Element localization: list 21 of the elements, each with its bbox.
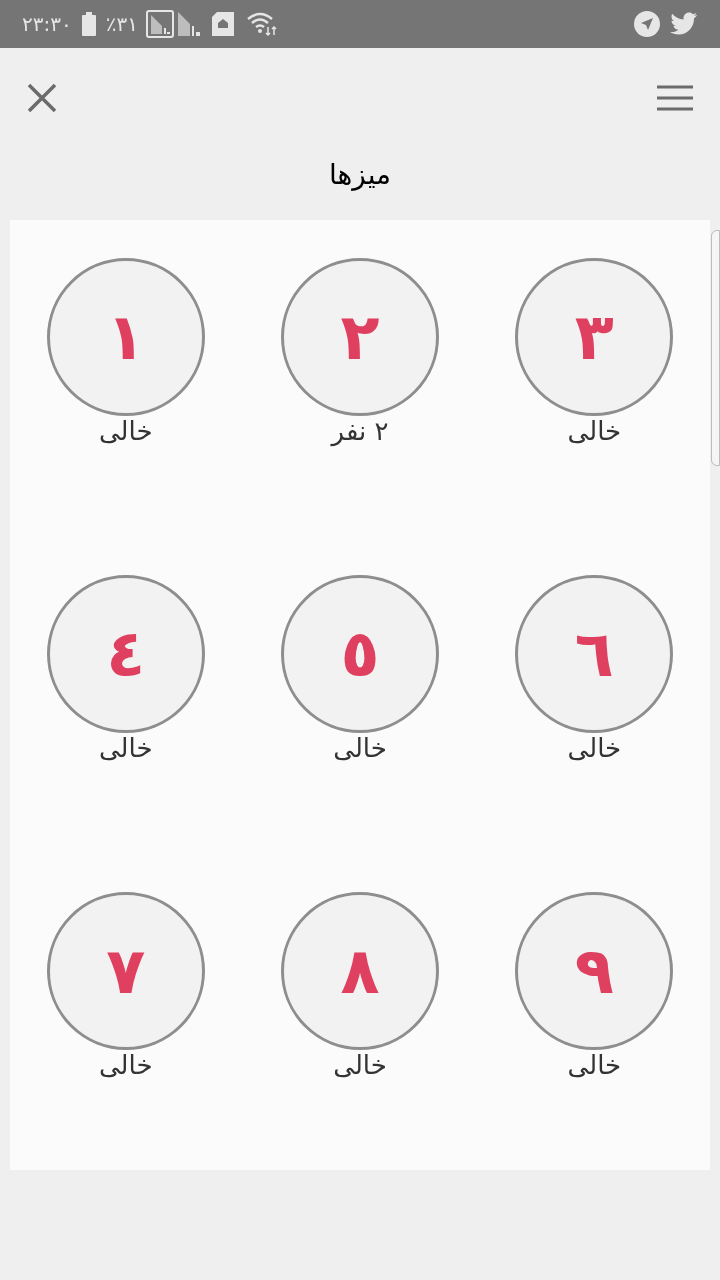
send-icon <box>634 11 660 37</box>
close-icon <box>27 83 57 113</box>
table-status: خالی <box>567 735 622 761</box>
table-status: خالی <box>98 1052 153 1078</box>
close-button[interactable] <box>26 82 58 114</box>
clock-time: ۲۳:۳۰ <box>22 11 72 38</box>
sim-card-icon <box>211 12 234 36</box>
table-status: خالی <box>567 418 622 444</box>
menu-button[interactable] <box>656 83 694 113</box>
table-status: خالی <box>333 1052 387 1078</box>
signal-icon <box>145 10 174 38</box>
battery-icon <box>81 12 96 36</box>
table-status: خالی <box>98 735 153 761</box>
table-status: خالی <box>98 418 153 444</box>
wifi-icon <box>245 11 278 37</box>
menu-icon <box>657 85 693 111</box>
table-status: خالی <box>333 735 387 761</box>
table-status: خالی <box>567 1052 622 1078</box>
bird-icon <box>670 12 698 36</box>
battery-percent: ٪۳۱ <box>105 11 138 38</box>
page-title: میزها <box>328 157 392 193</box>
